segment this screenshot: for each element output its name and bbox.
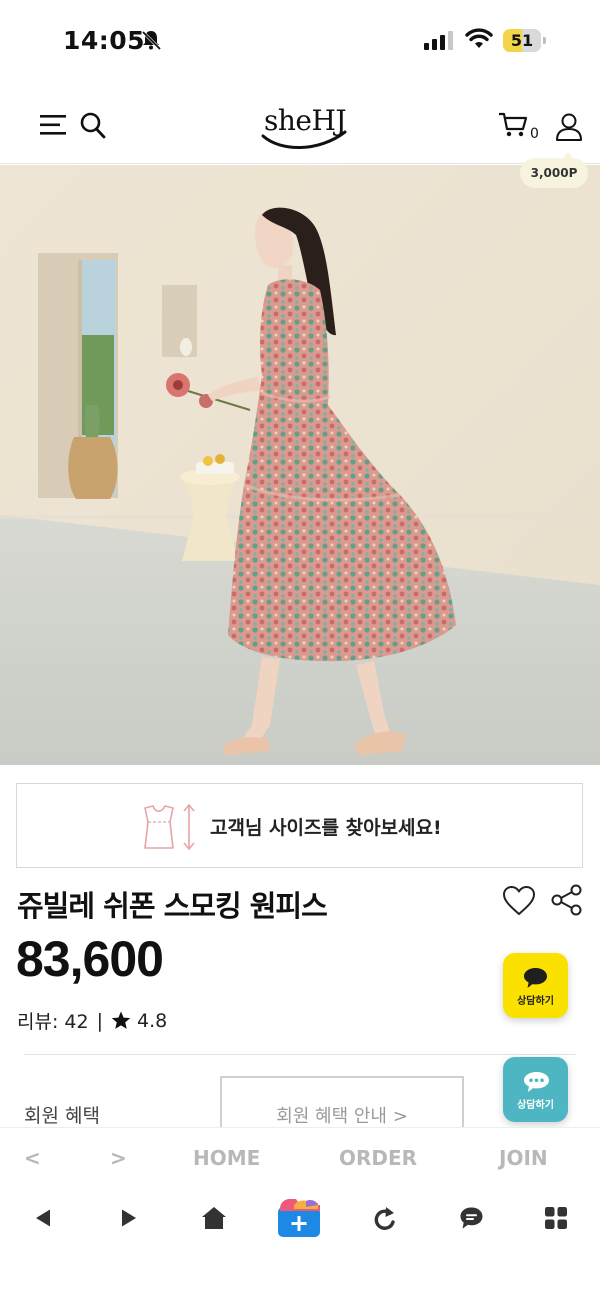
wifi-icon	[465, 28, 493, 48]
chat-bubble-icon	[524, 968, 547, 988]
nav-order-link[interactable]: ORDER	[339, 1146, 417, 1170]
status-time: 14:05	[63, 26, 146, 55]
talk-consult-button[interactable]: 상담하기	[503, 1057, 568, 1122]
review-summary[interactable]: 리뷰: 42 | 4.8	[17, 1007, 167, 1034]
size-finder-label: 고객님 사이즈를 찾아보세요!	[210, 817, 442, 839]
member-benefit-info-button[interactable]: 회원 혜택 안내 >	[220, 1076, 464, 1132]
battery-percent: 51	[510, 31, 534, 50]
battery-cap	[543, 37, 546, 44]
back-icon[interactable]	[34, 1208, 52, 1228]
nav-next-button[interactable]: >	[110, 1146, 127, 1170]
add-tab-icon[interactable]	[276, 1197, 322, 1239]
logo-swoosh-icon	[261, 130, 347, 149]
points-badge: 3,000P	[520, 152, 588, 188]
kakao-consult-label: 상담하기	[517, 996, 554, 1007]
wishlist-heart-icon[interactable]	[502, 885, 536, 916]
chat-dots-icon	[524, 1072, 549, 1092]
forward-icon[interactable]	[120, 1208, 138, 1228]
product-photo-illustration	[0, 165, 600, 765]
browser-toolbar	[0, 1189, 600, 1299]
hamburger-menu-icon[interactable]	[40, 114, 66, 136]
home-icon[interactable]	[201, 1206, 227, 1230]
cellular-signal-icon	[424, 31, 453, 50]
product-photo[interactable]	[0, 165, 600, 765]
kakao-consult-button[interactable]: 상담하기	[503, 953, 568, 1018]
nav-home-link[interactable]: HOME	[193, 1146, 260, 1170]
apps-grid-icon[interactable]	[544, 1206, 568, 1230]
nav-join-link[interactable]: JOIN	[499, 1146, 548, 1170]
product-price: 83,600	[16, 931, 164, 987]
site-header: sheHJ 0	[0, 84, 600, 164]
status-bar: 14:05 51	[0, 0, 600, 84]
rating-value: 4.8	[136, 1009, 168, 1032]
brand-logo[interactable]: sheHJ	[255, 102, 355, 152]
refresh-icon[interactable]	[372, 1205, 398, 1233]
nav-prev-button[interactable]: <	[24, 1146, 41, 1170]
cart-icon[interactable]	[498, 112, 528, 138]
search-icon[interactable]	[80, 112, 106, 139]
share-icon[interactable]	[551, 884, 583, 916]
review-separator: |	[96, 1009, 103, 1032]
user-account-icon[interactable]	[555, 112, 583, 142]
member-benefit-label: 회원 혜택	[24, 1105, 100, 1127]
bell-muted-icon	[141, 30, 162, 51]
cart-count: 0	[530, 126, 539, 142]
star-icon	[111, 1011, 131, 1029]
bottom-site-nav: < > HOME ORDER JOIN	[0, 1127, 600, 1189]
size-finder-button[interactable]: 고객님 사이즈를 찾아보세요!	[16, 783, 583, 868]
battery-body: 51	[503, 29, 541, 52]
section-divider	[24, 1054, 576, 1055]
review-count: 리뷰: 42	[17, 1011, 89, 1033]
talk-consult-label: 상담하기	[517, 1100, 554, 1111]
garment-size-icon	[144, 803, 195, 851]
chat-icon[interactable]	[459, 1206, 484, 1230]
battery-indicator: 51	[503, 29, 546, 52]
product-title: 쥬빌레 쉬폰 스모킹 원피스	[17, 889, 328, 923]
